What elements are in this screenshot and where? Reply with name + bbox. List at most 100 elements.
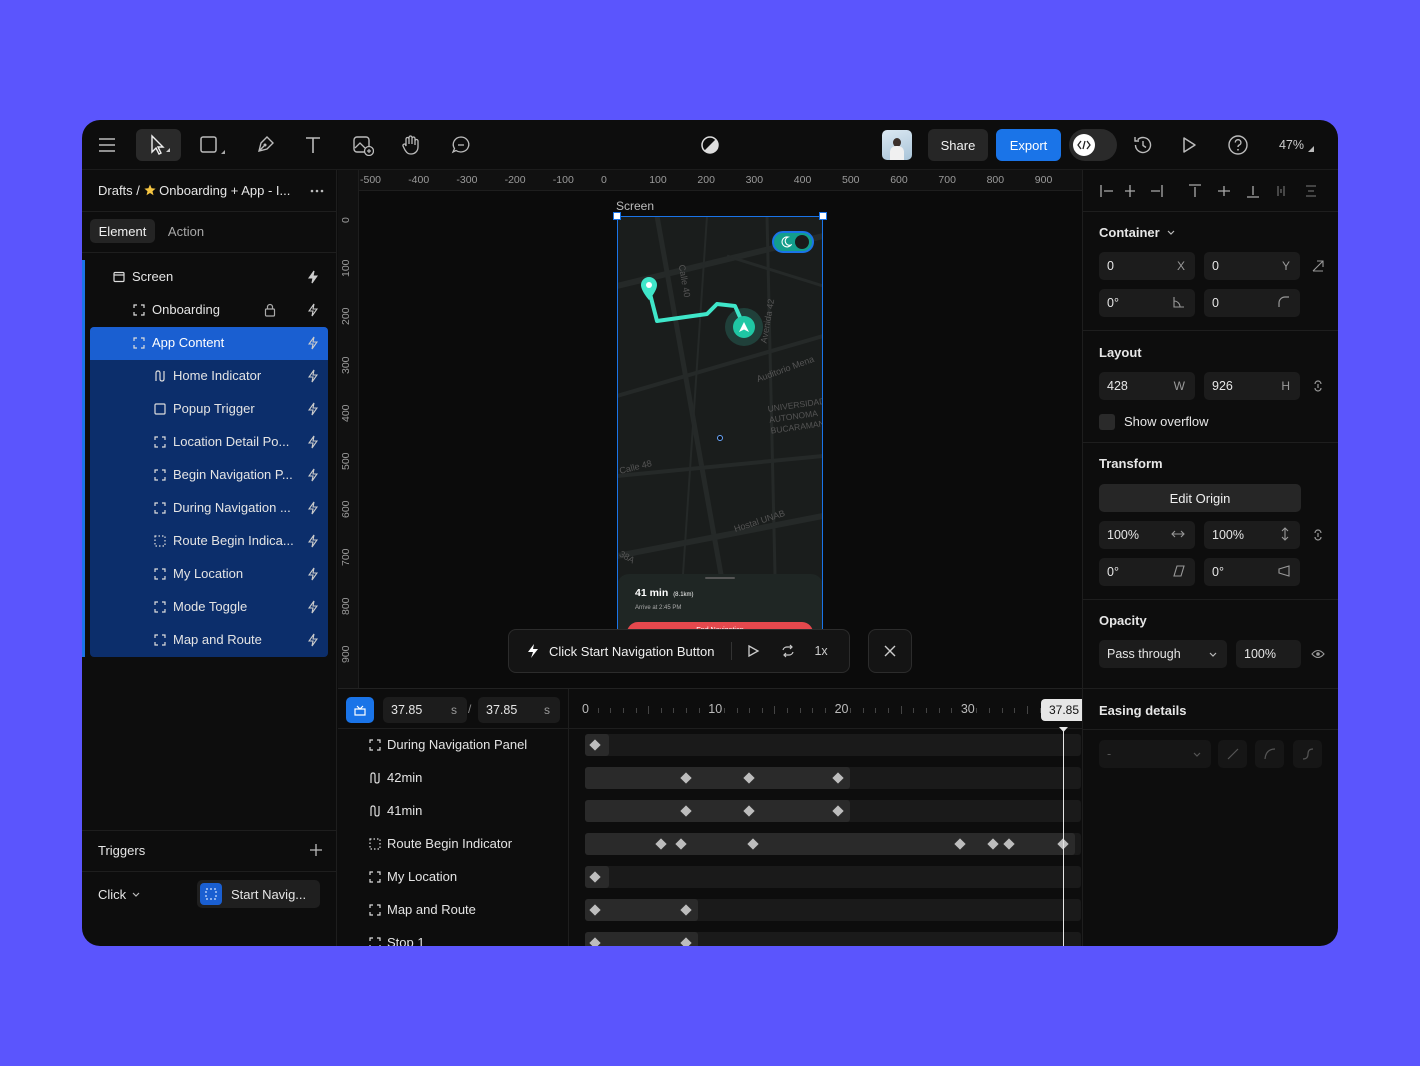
menu-icon[interactable] (94, 129, 120, 161)
y-field[interactable]: 0Y (1204, 252, 1300, 280)
layer-row[interactable]: Map and Route (90, 624, 328, 657)
timeline-row[interactable]: 42min (338, 762, 568, 795)
timeline-row[interactable]: 41min (338, 795, 568, 828)
timeline-row[interactable]: Route Begin Indicator (338, 828, 568, 861)
hand-icon[interactable] (398, 129, 424, 161)
playhead-marker[interactable] (1059, 727, 1068, 732)
lightning-icon[interactable] (307, 468, 319, 485)
breadcrumb-root[interactable]: Drafts (98, 183, 133, 198)
lightning-icon[interactable] (307, 270, 319, 287)
more-icon[interactable] (308, 182, 326, 200)
rotation-field[interactable]: 0° (1099, 289, 1195, 317)
canvas[interactable]: -500 -400 -300 -200 -100 0 100 200 300 400 500 600 7… (338, 170, 1082, 688)
layer-row[interactable]: Begin Navigation P... (90, 459, 328, 492)
easing-ease-in-out-icon[interactable] (1293, 740, 1322, 768)
lightning-icon[interactable] (307, 600, 319, 617)
pointer-icon[interactable] (136, 129, 181, 161)
eye-icon[interactable] (1310, 646, 1326, 662)
playhead-line[interactable] (1063, 729, 1064, 946)
skew-x-field[interactable]: 0° (1099, 558, 1195, 586)
timeline-row[interactable]: Map and Route (338, 894, 568, 927)
layer-row[interactable]: My Location (90, 558, 328, 591)
layer-row[interactable]: App Content (90, 327, 328, 360)
opacity-field[interactable]: 100% (1236, 640, 1301, 668)
play-icon[interactable] (1176, 129, 1202, 161)
lightning-icon[interactable] (307, 369, 319, 386)
timeline-track[interactable] (585, 833, 1081, 855)
container-section-title[interactable]: Container (1099, 225, 1175, 240)
timeline-row[interactable]: During Navigation Panel (338, 729, 568, 762)
lightning-icon[interactable] (307, 435, 319, 452)
x-field[interactable]: 0X (1099, 252, 1195, 280)
comment-icon[interactable] (448, 129, 474, 161)
shape-icon[interactable] (194, 129, 230, 161)
easing-linear-icon[interactable] (1218, 740, 1247, 768)
export-button[interactable]: Export (996, 129, 1061, 161)
radius-field[interactable]: 0 (1204, 289, 1300, 317)
origin-point[interactable] (717, 435, 723, 441)
speed-select[interactable]: 1x (814, 644, 827, 658)
tab-action[interactable]: Action (160, 219, 212, 243)
scale-y-field[interactable]: 100% (1204, 521, 1300, 549)
lightning-icon[interactable] (307, 567, 319, 584)
link-dimensions-icon[interactable] (1310, 378, 1326, 394)
show-overflow-checkbox[interactable] (1099, 414, 1115, 430)
skew-y-field[interactable]: 0° (1204, 558, 1300, 586)
timeline-track[interactable] (585, 932, 1081, 946)
resize-handle[interactable] (613, 212, 621, 220)
mode-toggle[interactable] (772, 231, 814, 253)
lightning-icon[interactable] (307, 501, 319, 518)
height-field[interactable]: 926 H (1204, 372, 1300, 400)
layer-row[interactable]: Route Begin Indica... (90, 525, 328, 558)
theme-contrast-icon[interactable] (695, 129, 725, 161)
timeline-track[interactable] (585, 800, 1081, 822)
timeline-track[interactable] (585, 767, 1081, 789)
lock-icon[interactable] (264, 303, 276, 320)
link-scale-icon[interactable] (1310, 527, 1326, 543)
share-button[interactable]: Share (928, 129, 988, 161)
timeline-row[interactable]: Stop 1 (338, 927, 568, 946)
frame-label[interactable]: Screen (616, 199, 654, 213)
trigger-action-chip[interactable]: Start Navig... (197, 880, 320, 908)
help-icon[interactable] (1225, 129, 1251, 161)
close-preview-button[interactable] (868, 629, 912, 673)
timeline-row[interactable]: My Location (338, 861, 568, 894)
resize-handle[interactable] (819, 212, 827, 220)
add-trigger-icon[interactable] (308, 842, 324, 858)
location-pin-icon[interactable] (639, 276, 659, 305)
layer-row[interactable]: During Navigation ... (90, 492, 328, 525)
layer-row[interactable]: Mode Toggle (90, 591, 328, 624)
easing-select[interactable]: - (1099, 740, 1211, 768)
play-icon[interactable] (746, 644, 760, 658)
timeline-track[interactable] (585, 866, 1081, 888)
avatar[interactable] (882, 129, 912, 161)
tab-element[interactable]: Element (90, 219, 155, 243)
layer-row[interactable]: Onboarding (90, 294, 328, 327)
scale-x-field[interactable]: 100% (1099, 521, 1195, 549)
current-time-field[interactable]: 37.85 s (383, 697, 467, 723)
breadcrumb-project[interactable]: Onboarding + App - I... (159, 183, 290, 198)
lightning-icon[interactable] (307, 303, 319, 320)
lightning-icon[interactable] (307, 534, 319, 551)
constraints-icon[interactable] (1310, 258, 1326, 274)
navigation-arrow-icon[interactable] (733, 316, 755, 338)
timeline-track[interactable] (585, 734, 1081, 756)
layer-row[interactable]: Home Indicator (90, 360, 328, 393)
zoom-select[interactable]: 47% (1272, 129, 1322, 161)
width-field[interactable]: 428 W (1099, 372, 1195, 400)
image-icon[interactable] (350, 129, 376, 161)
layer-row[interactable]: Location Detail Po... (90, 426, 328, 459)
code-toggle[interactable] (1069, 129, 1117, 161)
layer-row[interactable]: Popup Trigger (90, 393, 328, 426)
layer-row[interactable]: Screen (90, 261, 328, 294)
trigger-event-select[interactable]: Click (98, 887, 140, 902)
playhead-time[interactable]: 37.85 (1041, 699, 1082, 721)
lightning-icon[interactable] (307, 402, 319, 419)
duration-field[interactable]: 37.85 s (478, 697, 560, 723)
history-icon[interactable] (1130, 129, 1156, 161)
easing-ease-out-icon[interactable] (1255, 740, 1284, 768)
loop-icon[interactable] (780, 644, 796, 658)
lightning-icon[interactable] (307, 336, 319, 353)
edit-origin-button[interactable]: Edit Origin (1099, 484, 1301, 512)
timeline-track[interactable] (585, 899, 1081, 921)
